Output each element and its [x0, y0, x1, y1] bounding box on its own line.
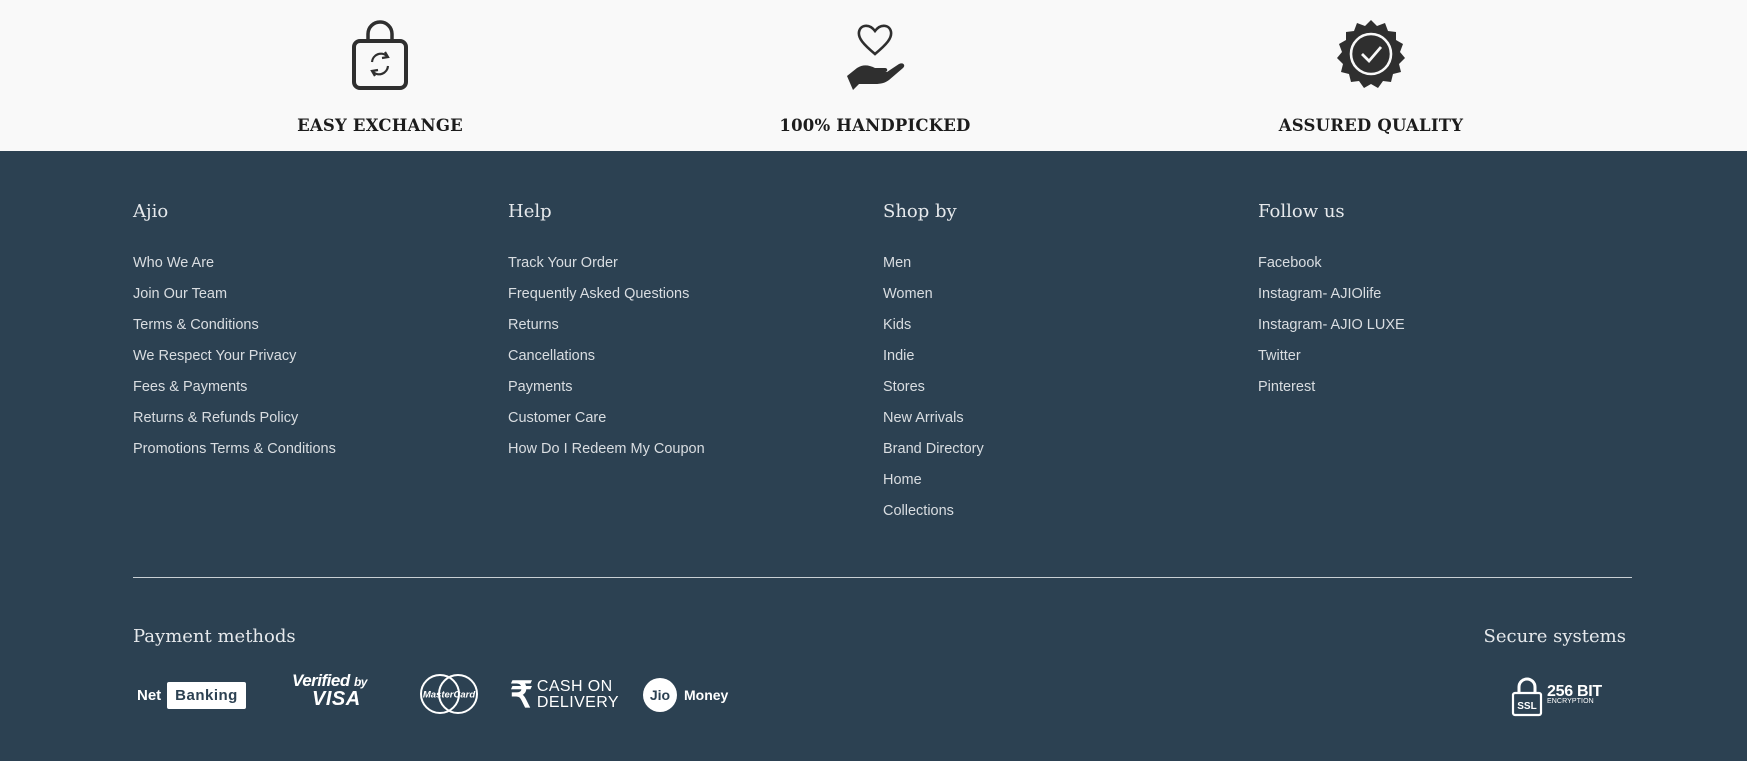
- footer-link[interactable]: Women: [883, 283, 1243, 314]
- lock-icon: SSL: [1511, 677, 1543, 717]
- footer-link[interactable]: Twitter: [1258, 345, 1618, 376]
- footer-link[interactable]: Collections: [883, 500, 1243, 531]
- jio-money-logo: Jio Money: [643, 672, 728, 718]
- footer-col-ajio: Ajio Who We Are Join Our Team Terms & Co…: [133, 199, 493, 469]
- perk-handpicked: 100% HANDPICKED: [725, 0, 1025, 151]
- perk-label: ASSURED QUALITY: [1278, 116, 1464, 135]
- netbanking-word1: Net: [137, 686, 162, 704]
- footer-link[interactable]: Pinterest: [1258, 376, 1618, 407]
- footer-link[interactable]: Facebook: [1258, 252, 1618, 283]
- footer-link[interactable]: Join Our Team: [133, 283, 493, 314]
- verified-by-visa-logo: Verified by VISA: [292, 672, 367, 718]
- payment-methods-title: Payment methods: [133, 626, 296, 647]
- footer-link[interactable]: Promotions Terms & Conditions: [133, 438, 493, 469]
- ssl-text: SSL: [1517, 701, 1536, 712]
- footer-link[interactable]: We Respect Your Privacy: [133, 345, 493, 376]
- exchange-bag-icon: [340, 16, 420, 96]
- footer-col-follow-us: Follow us Facebook Instagram- AJIOlife I…: [1258, 199, 1618, 407]
- footer-link[interactable]: Frequently Asked Questions: [508, 283, 868, 314]
- perk-label: EASY EXCHANGE: [297, 116, 463, 135]
- quality-badge-icon: [1331, 16, 1411, 96]
- footer-link[interactable]: Brand Directory: [883, 438, 1243, 469]
- secure-systems-title: Secure systems: [1483, 626, 1626, 647]
- footer-link[interactable]: Cancellations: [508, 345, 868, 376]
- footer-link[interactable]: Returns: [508, 314, 868, 345]
- footer-link[interactable]: Indie: [883, 345, 1243, 376]
- footer-link[interactable]: Terms & Conditions: [133, 314, 493, 345]
- footer-link[interactable]: Instagram- AJIOlife: [1258, 283, 1618, 314]
- perks-strip: EASY EXCHANGE 100% HANDPICKED ASSURED QU…: [0, 0, 1747, 151]
- mastercard-text: MasterCard: [423, 690, 475, 701]
- mastercard-logo: MasterCard: [418, 672, 480, 718]
- footer-col-title: Help: [508, 201, 552, 222]
- cash-on-delivery-logo: ₹ CASH ON DELIVERY: [510, 672, 619, 718]
- footer-col-shop-by: Shop by Men Women Kids Indie Stores New …: [883, 199, 1243, 531]
- footer-link[interactable]: Instagram- AJIO LUXE: [1258, 314, 1618, 345]
- perk-easy-exchange: EASY EXCHANGE: [230, 0, 530, 151]
- footer-link[interactable]: Home: [883, 469, 1243, 500]
- footer-link[interactable]: Men: [883, 252, 1243, 283]
- hand-heart-icon: [835, 16, 915, 96]
- footer-link[interactable]: Fees & Payments: [133, 376, 493, 407]
- footer-col-title: Follow us: [1258, 201, 1345, 222]
- footer-col-help: Help Track Your Order Frequently Asked Q…: [508, 199, 868, 469]
- footer-link[interactable]: Stores: [883, 376, 1243, 407]
- cod-line2: DELIVERY: [536, 694, 619, 711]
- jio-money-word: Money: [684, 687, 729, 703]
- visa-word: VISA: [312, 688, 361, 710]
- ssl-256-bit: 256 BIT: [1547, 683, 1602, 700]
- rupee-icon: ₹: [510, 674, 533, 715]
- footer-link[interactable]: Payments: [508, 376, 868, 407]
- footer-link[interactable]: Kids: [883, 314, 1243, 345]
- visa-by: by: [353, 675, 368, 689]
- footer-link[interactable]: Returns & Refunds Policy: [133, 407, 493, 438]
- jio-circle: Jio: [643, 678, 677, 712]
- netbanking-logo: Net Banking: [137, 672, 246, 718]
- cod-line1: CASH ON: [536, 678, 613, 695]
- perk-assured-quality: ASSURED QUALITY: [1221, 0, 1521, 151]
- ssl-encryption-text: ENCRYPTION: [1547, 698, 1594, 705]
- footer-link[interactable]: Who We Are: [133, 252, 493, 283]
- footer-link[interactable]: Track Your Order: [508, 252, 868, 283]
- footer-divider: [133, 577, 1632, 578]
- footer-link[interactable]: How Do I Redeem My Coupon: [508, 438, 868, 469]
- footer-col-title: Ajio: [133, 201, 169, 222]
- perk-label: 100% HANDPICKED: [779, 116, 971, 135]
- footer-col-title: Shop by: [883, 201, 957, 222]
- netbanking-word2: Banking: [167, 681, 246, 709]
- footer-link[interactable]: New Arrivals: [883, 407, 1243, 438]
- footer-link[interactable]: Customer Care: [508, 407, 868, 438]
- ssl-encryption-badge: SSL 256 BIT ENCRYPTION: [1511, 674, 1602, 720]
